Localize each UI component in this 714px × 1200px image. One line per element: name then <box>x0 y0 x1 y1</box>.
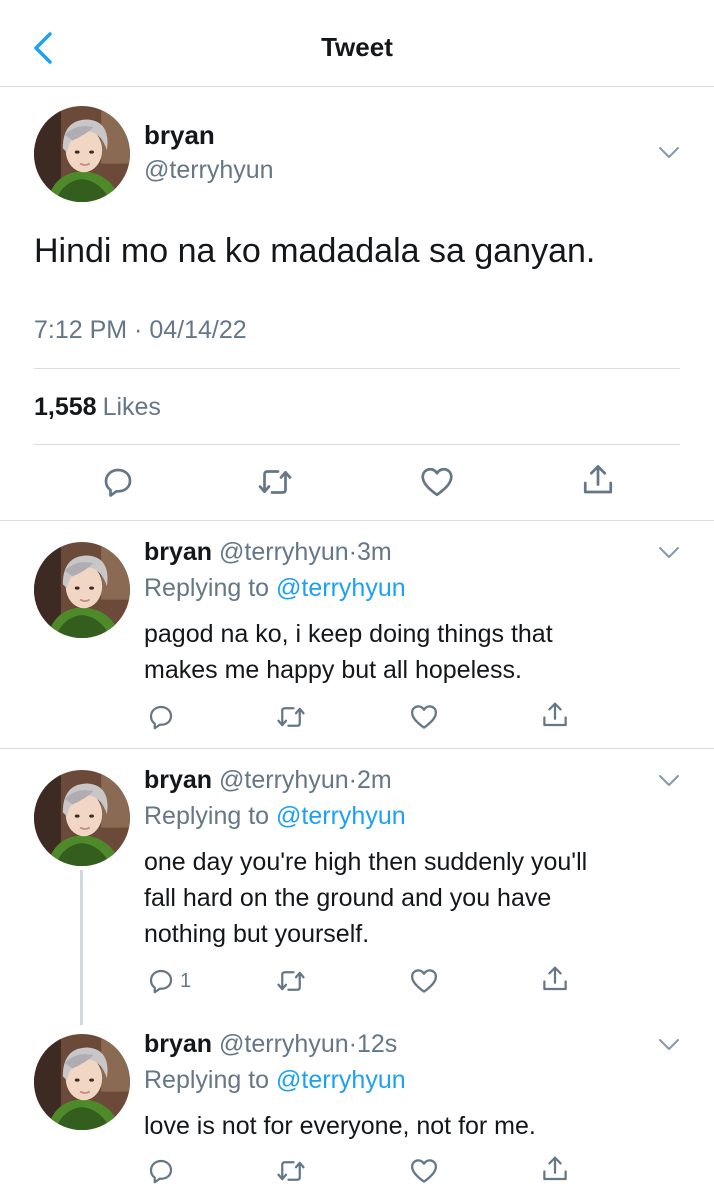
share-icon[interactable] <box>580 462 616 498</box>
reply-text: love is not for everyone, not for me. <box>144 1108 684 1144</box>
separator-dot: · <box>348 766 357 794</box>
avatar[interactable] <box>34 542 130 638</box>
replying-to: Replying to @terryhyun <box>144 802 406 831</box>
reply-text-line: pagod na ko, i keep doing things that <box>144 620 553 648</box>
author-name[interactable]: bryan <box>144 538 212 566</box>
reply-text-line: love is not for everyone, not for me. <box>144 1112 536 1140</box>
chevron-down-icon[interactable] <box>658 146 680 160</box>
retweet-icon[interactable] <box>276 966 306 996</box>
mention-link[interactable]: @terryhyun <box>276 802 406 830</box>
divider <box>34 444 680 445</box>
reply-icon[interactable] <box>146 1156 176 1186</box>
author-handle[interactable]: @terryhyun <box>219 766 349 794</box>
reply-text: pagod na ko, i keep doing things that ma… <box>144 616 684 688</box>
replying-prefix: Replying to <box>144 802 270 830</box>
retweet-icon[interactable] <box>276 1156 306 1186</box>
replying-to: Replying to @terryhyun <box>144 574 406 603</box>
reply-time[interactable]: 12s <box>357 1030 397 1058</box>
likes-count[interactable]: 1,558 Likes <box>34 393 161 422</box>
share-icon[interactable] <box>540 1154 570 1184</box>
reply-icon[interactable] <box>146 966 176 996</box>
section-separator <box>0 748 714 749</box>
reply-icon[interactable] <box>100 464 136 500</box>
reply-header: bryan @terryhyun·3m <box>144 538 392 567</box>
likes-number: 1,558 <box>34 393 97 421</box>
reply-header: bryan @terryhyun·12s <box>144 1030 397 1059</box>
author-name[interactable]: bryan <box>144 120 215 151</box>
reply-count: 1 <box>180 970 192 992</box>
like-icon[interactable] <box>409 966 439 996</box>
like-icon[interactable] <box>409 702 439 732</box>
retweet-icon[interactable] <box>276 702 306 732</box>
reply-icon[interactable] <box>146 702 176 732</box>
reply-header: bryan @terryhyun·2m <box>144 766 392 795</box>
reply-text-line: nothing but yourself. <box>144 920 370 948</box>
section-separator <box>0 520 714 521</box>
avatar[interactable] <box>34 770 130 866</box>
author-name[interactable]: bryan <box>144 766 212 794</box>
tweet-text: Hindi mo na ko madadala sa ganyan. <box>34 232 596 270</box>
reply-time[interactable]: 2m <box>357 766 392 794</box>
replying-prefix: Replying to <box>144 1066 270 1094</box>
separator-dot: · <box>348 1030 357 1058</box>
thread-connector <box>80 870 83 1025</box>
like-icon[interactable] <box>409 1156 439 1186</box>
mention-link[interactable]: @terryhyun <box>276 1066 406 1094</box>
replying-prefix: Replying to <box>144 574 270 602</box>
reply-text-line: one day you're high then suddenly you'll <box>144 848 588 876</box>
replying-to: Replying to @terryhyun <box>144 1066 406 1095</box>
chevron-down-icon[interactable] <box>658 546 680 560</box>
reply-text-line: fall hard on the ground and you have <box>144 884 552 912</box>
reply-time[interactable]: 3m <box>357 538 392 566</box>
like-icon[interactable] <box>419 464 455 500</box>
retweet-icon[interactable] <box>257 464 293 500</box>
avatar[interactable] <box>34 106 130 202</box>
mention-link[interactable]: @terryhyun <box>276 574 406 602</box>
author-handle[interactable]: @terryhyun <box>144 156 274 185</box>
author-handle[interactable]: @terryhyun <box>219 538 349 566</box>
share-icon[interactable] <box>540 964 570 994</box>
page-title: Tweet <box>321 32 393 62</box>
reply-text: one day you're high then suddenly you'll… <box>144 844 684 952</box>
avatar[interactable] <box>34 1034 130 1130</box>
reply-text-line: makes me happy but all hopeless. <box>144 656 522 684</box>
likes-label: Likes <box>102 393 161 421</box>
share-icon[interactable] <box>540 700 570 730</box>
chevron-down-icon[interactable] <box>658 774 680 788</box>
chevron-down-icon[interactable] <box>658 1038 680 1052</box>
author-name[interactable]: bryan <box>144 1030 212 1058</box>
divider <box>34 368 680 369</box>
author-handle[interactable]: @terryhyun <box>219 1030 349 1058</box>
tweet-timestamp[interactable]: 7:12 PM · 04/14/22 <box>34 316 247 345</box>
top-bar: Tweet <box>0 0 714 87</box>
separator-dot: · <box>348 538 357 566</box>
